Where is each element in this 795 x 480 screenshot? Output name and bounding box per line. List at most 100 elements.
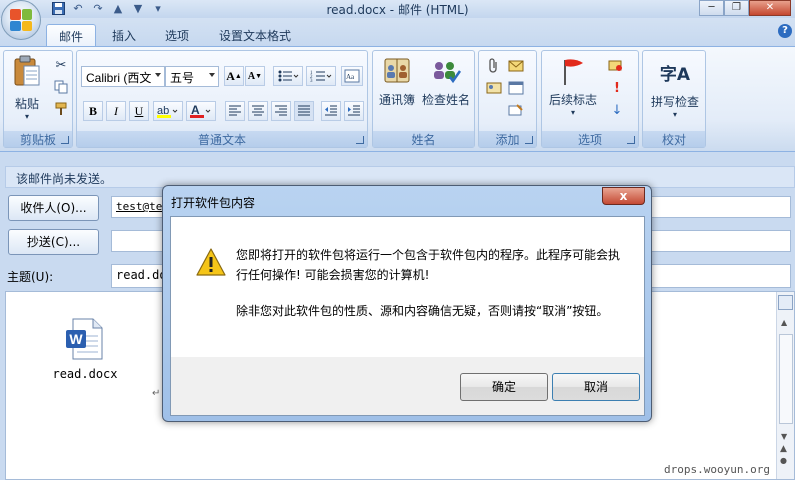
ruler-toggle-icon[interactable]: [778, 295, 793, 310]
follow-up-flag-icon: [559, 57, 587, 87]
follow-up-button[interactable]: 后续标志 ▾: [544, 57, 602, 117]
calendar-icon[interactable]: [507, 79, 525, 97]
highlight-button[interactable]: ab: [153, 101, 183, 121]
justify-button[interactable]: [294, 101, 314, 121]
tab-format-text[interactable]: 设置文本格式: [207, 24, 303, 47]
bold-button[interactable]: B: [83, 101, 103, 121]
subject-label: 主题(U):: [7, 270, 54, 284]
ribbon-tabs: 邮件 插入 选项 设置文本格式: [0, 18, 795, 47]
tab-insert[interactable]: 插入: [100, 24, 148, 47]
font-size-value: 五号: [170, 71, 195, 85]
options-group: 后续标志 ▾ ! ↓ 选项: [541, 50, 639, 148]
follow-up-label: 后续标志: [548, 93, 597, 107]
font-family-value: Calibri (西文: [86, 71, 152, 85]
clipboard-group: 粘贴 ▾ ✂ 剪贴板: [3, 50, 73, 148]
scroll-down-icon[interactable]: ▼: [781, 432, 787, 441]
browse-object-icon[interactable]: ●: [780, 456, 787, 465]
basic-text-group-label: 普通文本: [77, 131, 367, 147]
numbering-button[interactable]: 123: [306, 66, 336, 86]
format-painter-icon[interactable]: [52, 100, 70, 118]
basic-text-launcher[interactable]: [356, 136, 364, 144]
signature-icon[interactable]: [507, 101, 525, 119]
restore-button[interactable]: ❐: [724, 0, 749, 16]
bullets-button[interactable]: [273, 66, 303, 86]
spelling-button[interactable]: 字A 拼写检查 ▾: [646, 55, 704, 120]
include-launcher[interactable]: [525, 136, 533, 144]
dialog-message-area: 您即将打开的软件包将运行一个包含于软件包内的程序。此程序可能会执行任何操作! 可…: [171, 217, 644, 357]
attachment-docx[interactable]: W read.docx: [50, 318, 120, 381]
include-group: 添加: [478, 50, 537, 148]
attach-item-icon[interactable]: [507, 57, 525, 75]
address-book-icon: [382, 57, 412, 85]
check-names-button[interactable]: 检查姓名: [419, 57, 473, 108]
align-left-button[interactable]: [225, 101, 245, 121]
ok-button[interactable]: 确定: [460, 373, 548, 401]
font-color-button[interactable]: A: [186, 101, 216, 121]
align-center-button[interactable]: [248, 101, 268, 121]
scroll-thumb[interactable]: [779, 334, 793, 424]
ribbon: 粘贴 ▾ ✂ 剪贴板 Calibri (西文 五号 A▲ A▼ 123 Aa: [0, 46, 795, 152]
font-size-combo[interactable]: 五号: [165, 66, 219, 87]
grow-font-button[interactable]: A ▲: [224, 66, 244, 86]
minimize-button[interactable]: ─: [699, 0, 724, 16]
warning-icon: [196, 248, 226, 276]
tab-mail[interactable]: 邮件: [46, 24, 97, 47]
address-book-label: 通讯簿: [378, 93, 415, 107]
close-window-button[interactable]: ✕: [749, 0, 791, 16]
paste-label: 粘贴: [14, 97, 39, 111]
dialog-text: 您即将打开的软件包将运行一个包含于软件包内的程序。此程序可能会执行任何操作! 可…: [236, 245, 631, 321]
dialog-title: 打开软件包内容: [171, 196, 256, 210]
options-launcher[interactable]: [627, 136, 635, 144]
cut-icon[interactable]: ✂: [52, 56, 70, 74]
svg-text:W: W: [69, 331, 83, 347]
italic-button[interactable]: I: [106, 101, 126, 121]
proofing-group-label: 校对: [643, 131, 705, 147]
options-group-label: 选项: [542, 131, 638, 147]
basic-text-group: Calibri (西文 五号 A▲ A▼ 123 Aa B I U ab A: [76, 50, 368, 148]
align-right-button[interactable]: [271, 101, 291, 121]
copy-icon[interactable]: [52, 78, 70, 96]
office-logo-icon: [10, 9, 32, 31]
watermark: drops.wooyun.org: [664, 463, 770, 476]
styles-button[interactable]: Aa: [341, 66, 363, 86]
vertical-scrollbar[interactable]: ▲ ▼ ▲ ●: [776, 292, 794, 479]
names-group-label: 姓名: [373, 131, 474, 147]
underline-button[interactable]: U: [129, 101, 149, 121]
svg-text:A: A: [191, 103, 200, 117]
office-button[interactable]: [1, 0, 41, 40]
open-package-dialog: 打开软件包内容 x 您即将打开的软件包将运行一个包含于软件包内的程序。此程序可能…: [162, 185, 652, 422]
names-group: 通讯簿 检查姓名 姓名: [372, 50, 475, 148]
paste-icon: [13, 55, 41, 87]
spelling-icon: 字A: [659, 64, 691, 85]
cc-button[interactable]: 抄送(C)...: [8, 229, 99, 255]
window-controls: ─ ❐ ✕: [699, 0, 791, 16]
dialog-message-advice: 除非您对此软件包的性质、源和内容确信无疑，否则请按“取消”按钮。: [236, 304, 609, 318]
proofing-group: 字A 拼写检查 ▾ 校对: [642, 50, 706, 148]
address-book-button[interactable]: 通讯簿: [375, 57, 419, 108]
shrink-font-button[interactable]: A ▼: [245, 66, 265, 86]
svg-text:Aa: Aa: [346, 73, 355, 81]
tab-options[interactable]: 选项: [153, 24, 201, 47]
decrease-indent-button[interactable]: [321, 101, 341, 121]
low-importance-icon[interactable]: ↓: [608, 101, 626, 119]
window-title: read.docx - 邮件 (HTML): [326, 3, 469, 17]
to-button[interactable]: 收件人(O)...: [8, 195, 99, 221]
attach-file-icon[interactable]: [485, 57, 503, 75]
paste-button[interactable]: 粘贴 ▾: [8, 55, 46, 121]
attachment-filename: read.docx: [52, 367, 118, 381]
check-names-icon: [430, 57, 462, 85]
dialog-message-warning: 您即将打开的软件包将运行一个包含于软件包内的程序。此程序可能会执行任何操作! 可…: [236, 248, 621, 282]
word-document-icon: W: [66, 318, 103, 360]
high-importance-icon[interactable]: !: [608, 79, 626, 97]
permission-icon[interactable]: [608, 57, 626, 75]
clipboard-launcher[interactable]: [61, 136, 69, 144]
previous-page-icon[interactable]: ▲: [780, 444, 787, 454]
font-family-combo[interactable]: Calibri (西文: [81, 66, 165, 87]
scroll-up-icon[interactable]: ▲: [781, 318, 787, 327]
business-card-icon[interactable]: [485, 79, 503, 97]
increase-indent-button[interactable]: [344, 101, 364, 121]
help-icon[interactable]: ?: [778, 24, 792, 38]
dialog-close-button[interactable]: x: [602, 187, 645, 205]
cancel-button[interactable]: 取消: [552, 373, 640, 401]
dialog-body: 您即将打开的软件包将运行一个包含于软件包内的程序。此程序可能会执行任何操作! 可…: [170, 216, 645, 416]
